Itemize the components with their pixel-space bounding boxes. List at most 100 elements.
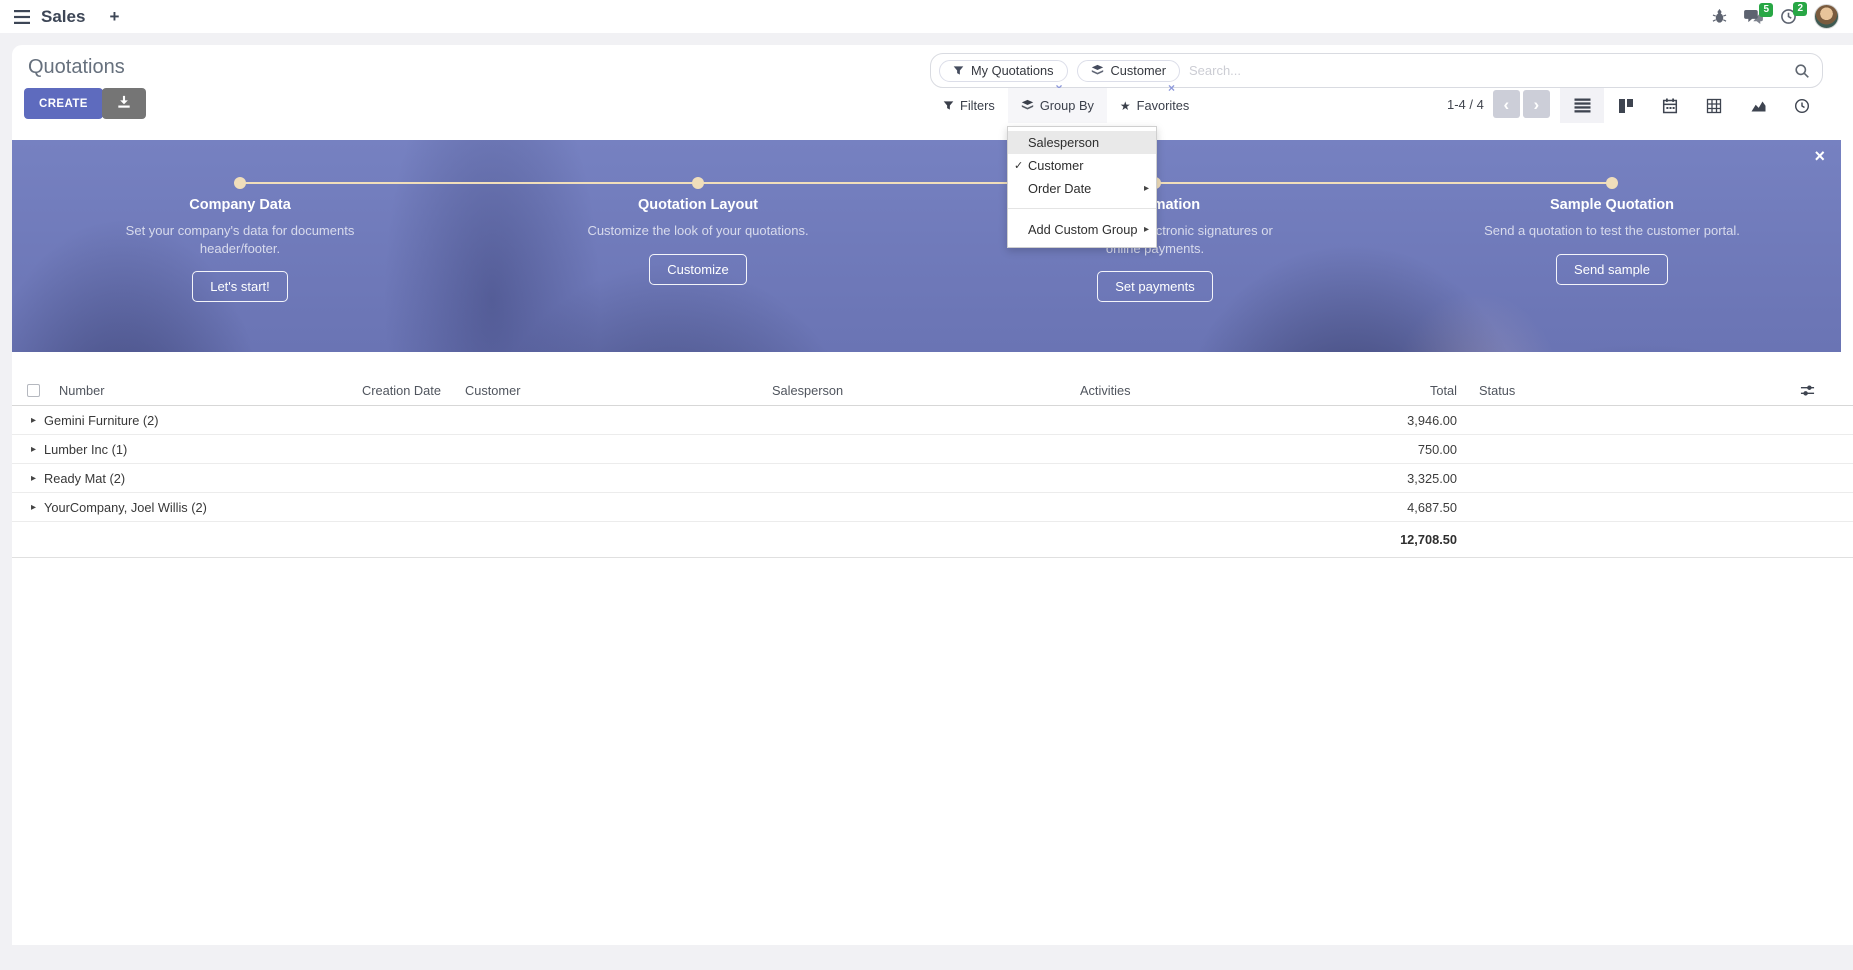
group-row[interactable]: ▸ YourCompany, Joel Willis (2) 4,687.50 [12,493,1853,522]
column-header-number[interactable]: Number [47,383,362,398]
onboarding-step-company-data: Company Data Set your company's data for… [80,197,400,302]
pivot-view-button[interactable] [1692,88,1736,123]
search-bar: My Quotations × Customer × [930,53,1823,88]
menu-item-label: Salesperson [1028,135,1099,150]
step-title: Company Data [80,197,400,213]
onboarding-step-quotation-layout: Quotation Layout Customize the look of y… [538,197,858,285]
facet-customer[interactable]: Customer × [1077,60,1180,82]
group-row[interactable]: ▸ Ready Mat (2) 3,325.00 [12,464,1853,493]
list-icon [1574,98,1591,113]
pager: 1-4 / 4 ‹ › [1447,90,1550,118]
user-avatar[interactable] [1814,4,1839,29]
quotations-table: Number Creation Date Customer Salesperso… [12,375,1853,558]
group-total: 750.00 [1302,442,1459,457]
check-icon: ✓ [1014,159,1023,172]
banner-close-icon[interactable]: × [1814,146,1825,167]
group-name: Lumber Inc (1) [44,442,127,457]
lets-start-button[interactable]: Let's start! [192,271,288,302]
view-switcher [1560,88,1824,123]
pager-next-button[interactable]: › [1523,90,1550,118]
menu-item-label: Add Custom Group [1028,222,1138,237]
group-name: YourCompany, Joel Willis (2) [44,500,207,515]
search-toolbar: Filters Group By ★ Favorites [930,88,1202,123]
onboarding-step-sample-quotation: Sample Quotation Send a quotation to tes… [1452,197,1772,285]
messages-button[interactable]: 5 [1744,9,1763,25]
expand-caret-icon: ▸ [31,415,36,426]
favorites-button[interactable]: ★ Favorites [1107,88,1202,123]
column-header-salesperson[interactable]: Salesperson [772,383,1080,398]
timeline-dot [1606,177,1618,189]
group-name: Gemini Furniture (2) [44,413,159,428]
set-payments-button[interactable]: Set payments [1097,271,1213,302]
onboarding-banner: × Company Data Set your company's data f… [12,140,1841,352]
group-row[interactable]: ▸ Gemini Furniture (2) 3,946.00 [12,406,1853,435]
activities-clock-button[interactable]: 2 [1780,8,1797,25]
pager-range: 1-4 / 4 [1447,97,1484,112]
search-input[interactable] [1189,63,1786,78]
layers-icon [1091,64,1104,77]
timeline-dot [692,177,704,189]
group-by-button[interactable]: Group By [1008,88,1107,123]
menu-item-label: Order Date [1028,181,1091,196]
menu-item-salesperson[interactable]: Salesperson [1008,131,1156,154]
list-view-button[interactable] [1560,88,1604,123]
step-title: Sample Quotation [1452,197,1772,213]
facet-label: Customer [1111,63,1166,78]
step-description: Set your company's data for documents he… [109,222,371,257]
top-navbar: Sales + 5 2 [0,0,1853,33]
navbar-left: Sales + [14,7,119,27]
select-all-checkbox[interactable] [27,384,40,397]
send-sample-button[interactable]: Send sample [1556,254,1668,285]
kanban-view-button[interactable] [1604,88,1648,123]
menu-item-add-custom-group[interactable]: Add Custom Group ▸ [1008,218,1156,241]
submenu-caret-icon: ▸ [1144,224,1149,235]
timeline-line [240,182,1612,184]
submenu-caret-icon: ▸ [1144,183,1149,194]
menu-item-label: Customer [1028,158,1083,173]
calendar-view-button[interactable] [1648,88,1692,123]
column-header-activities[interactable]: Activities [1080,383,1302,398]
column-header-total[interactable]: Total [1302,383,1459,398]
group-total: 4,687.50 [1302,500,1459,515]
group-by-label: Group By [1040,98,1094,113]
facet-my-quotations[interactable]: My Quotations × [939,60,1068,82]
menu-separator [1008,208,1156,209]
menu-item-customer[interactable]: ✓ Customer [1008,154,1156,177]
messages-badge: 5 [1759,3,1773,17]
download-icon [117,95,131,112]
group-total: 3,946.00 [1302,413,1459,428]
expand-caret-icon: ▸ [31,473,36,484]
column-settings-icon[interactable] [1800,383,1815,403]
activities-badge: 2 [1793,2,1807,16]
group-total: 3,325.00 [1302,471,1459,486]
create-button[interactable]: CREATE [24,88,103,119]
graph-view-button[interactable] [1736,88,1780,123]
step-description: Customize the look of your quotations. [567,222,829,240]
column-header-customer[interactable]: Customer [465,383,772,398]
menu-item-order-date[interactable]: Order Date ▸ [1008,177,1156,200]
add-button[interactable]: + [109,8,119,25]
grand-total-row: 12,708.50 [12,522,1853,558]
search-icon[interactable] [1794,63,1810,84]
group-row[interactable]: ▸Lumber Inc (1) 750.00 [12,435,1853,464]
pager-previous-button[interactable]: ‹ [1493,90,1520,118]
column-header-creation-date[interactable]: Creation Date [362,383,465,398]
column-header-status[interactable]: Status [1459,383,1789,398]
filters-button[interactable]: Filters [930,88,1008,123]
apps-menu-icon[interactable] [14,10,30,24]
debug-bug-icon[interactable] [1712,9,1727,24]
page-title: Quotations [28,56,125,79]
filters-label: Filters [960,98,995,113]
graph-icon [1750,98,1767,113]
expand-caret-icon: ▸ [31,502,36,513]
export-button[interactable] [102,88,146,119]
activity-view-button[interactable] [1780,88,1824,123]
app-root: Sales + 5 2 Quotations My Quotati [0,0,1853,970]
grand-total-value: 12,708.50 [1302,532,1459,547]
calendar-icon [1662,98,1678,114]
bottom-strip [0,945,1853,970]
customize-button[interactable]: Customize [649,254,746,285]
group-name: Ready Mat (2) [44,471,125,486]
star-icon: ★ [1120,99,1131,113]
app-name[interactable]: Sales [41,7,85,27]
